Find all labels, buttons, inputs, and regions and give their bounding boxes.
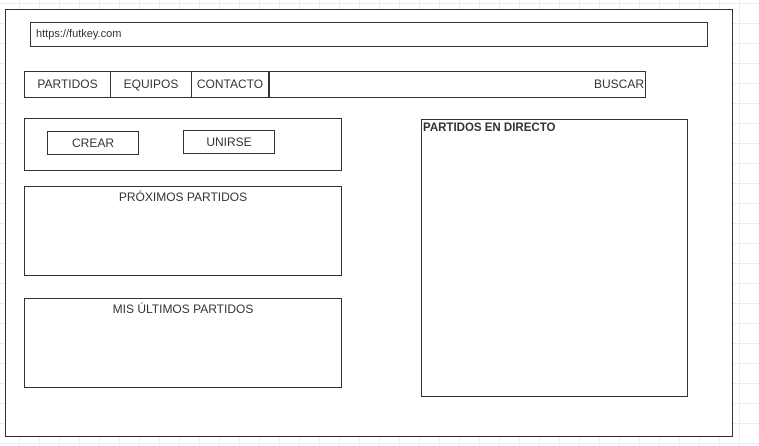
url-text: https://futkey.com xyxy=(36,28,122,40)
search-field[interactable]: BUSCAR xyxy=(270,72,645,97)
search-label: BUSCAR xyxy=(593,77,644,91)
recent-matches-title: MIS ÚLTIMOS PARTIDOS xyxy=(112,302,254,316)
actions-panel: CREAR UNIRSE xyxy=(24,118,342,171)
join-button[interactable]: UNIRSE xyxy=(183,130,275,154)
nav-item-contacto[interactable]: CONTACTO xyxy=(192,72,270,97)
nav-item-partidos[interactable]: PARTIDOS xyxy=(25,72,111,97)
url-bar[interactable]: https://futkey.com xyxy=(30,22,708,47)
live-matches-panel: PARTIDOS EN DIRECTO xyxy=(421,119,688,397)
create-button[interactable]: CREAR xyxy=(47,131,139,155)
upcoming-matches-title: PRÓXIMOS PARTIDOS xyxy=(118,190,248,204)
live-matches-title: PARTIDOS EN DIRECTO xyxy=(423,122,556,134)
main-nav: PARTIDOS EQUIPOS CONTACTO BUSCAR xyxy=(24,71,646,98)
nav-item-equipos[interactable]: EQUIPOS xyxy=(111,72,192,97)
recent-matches-panel: MIS ÚLTIMOS PARTIDOS xyxy=(24,298,342,388)
upcoming-matches-panel: PRÓXIMOS PARTIDOS xyxy=(24,186,342,276)
